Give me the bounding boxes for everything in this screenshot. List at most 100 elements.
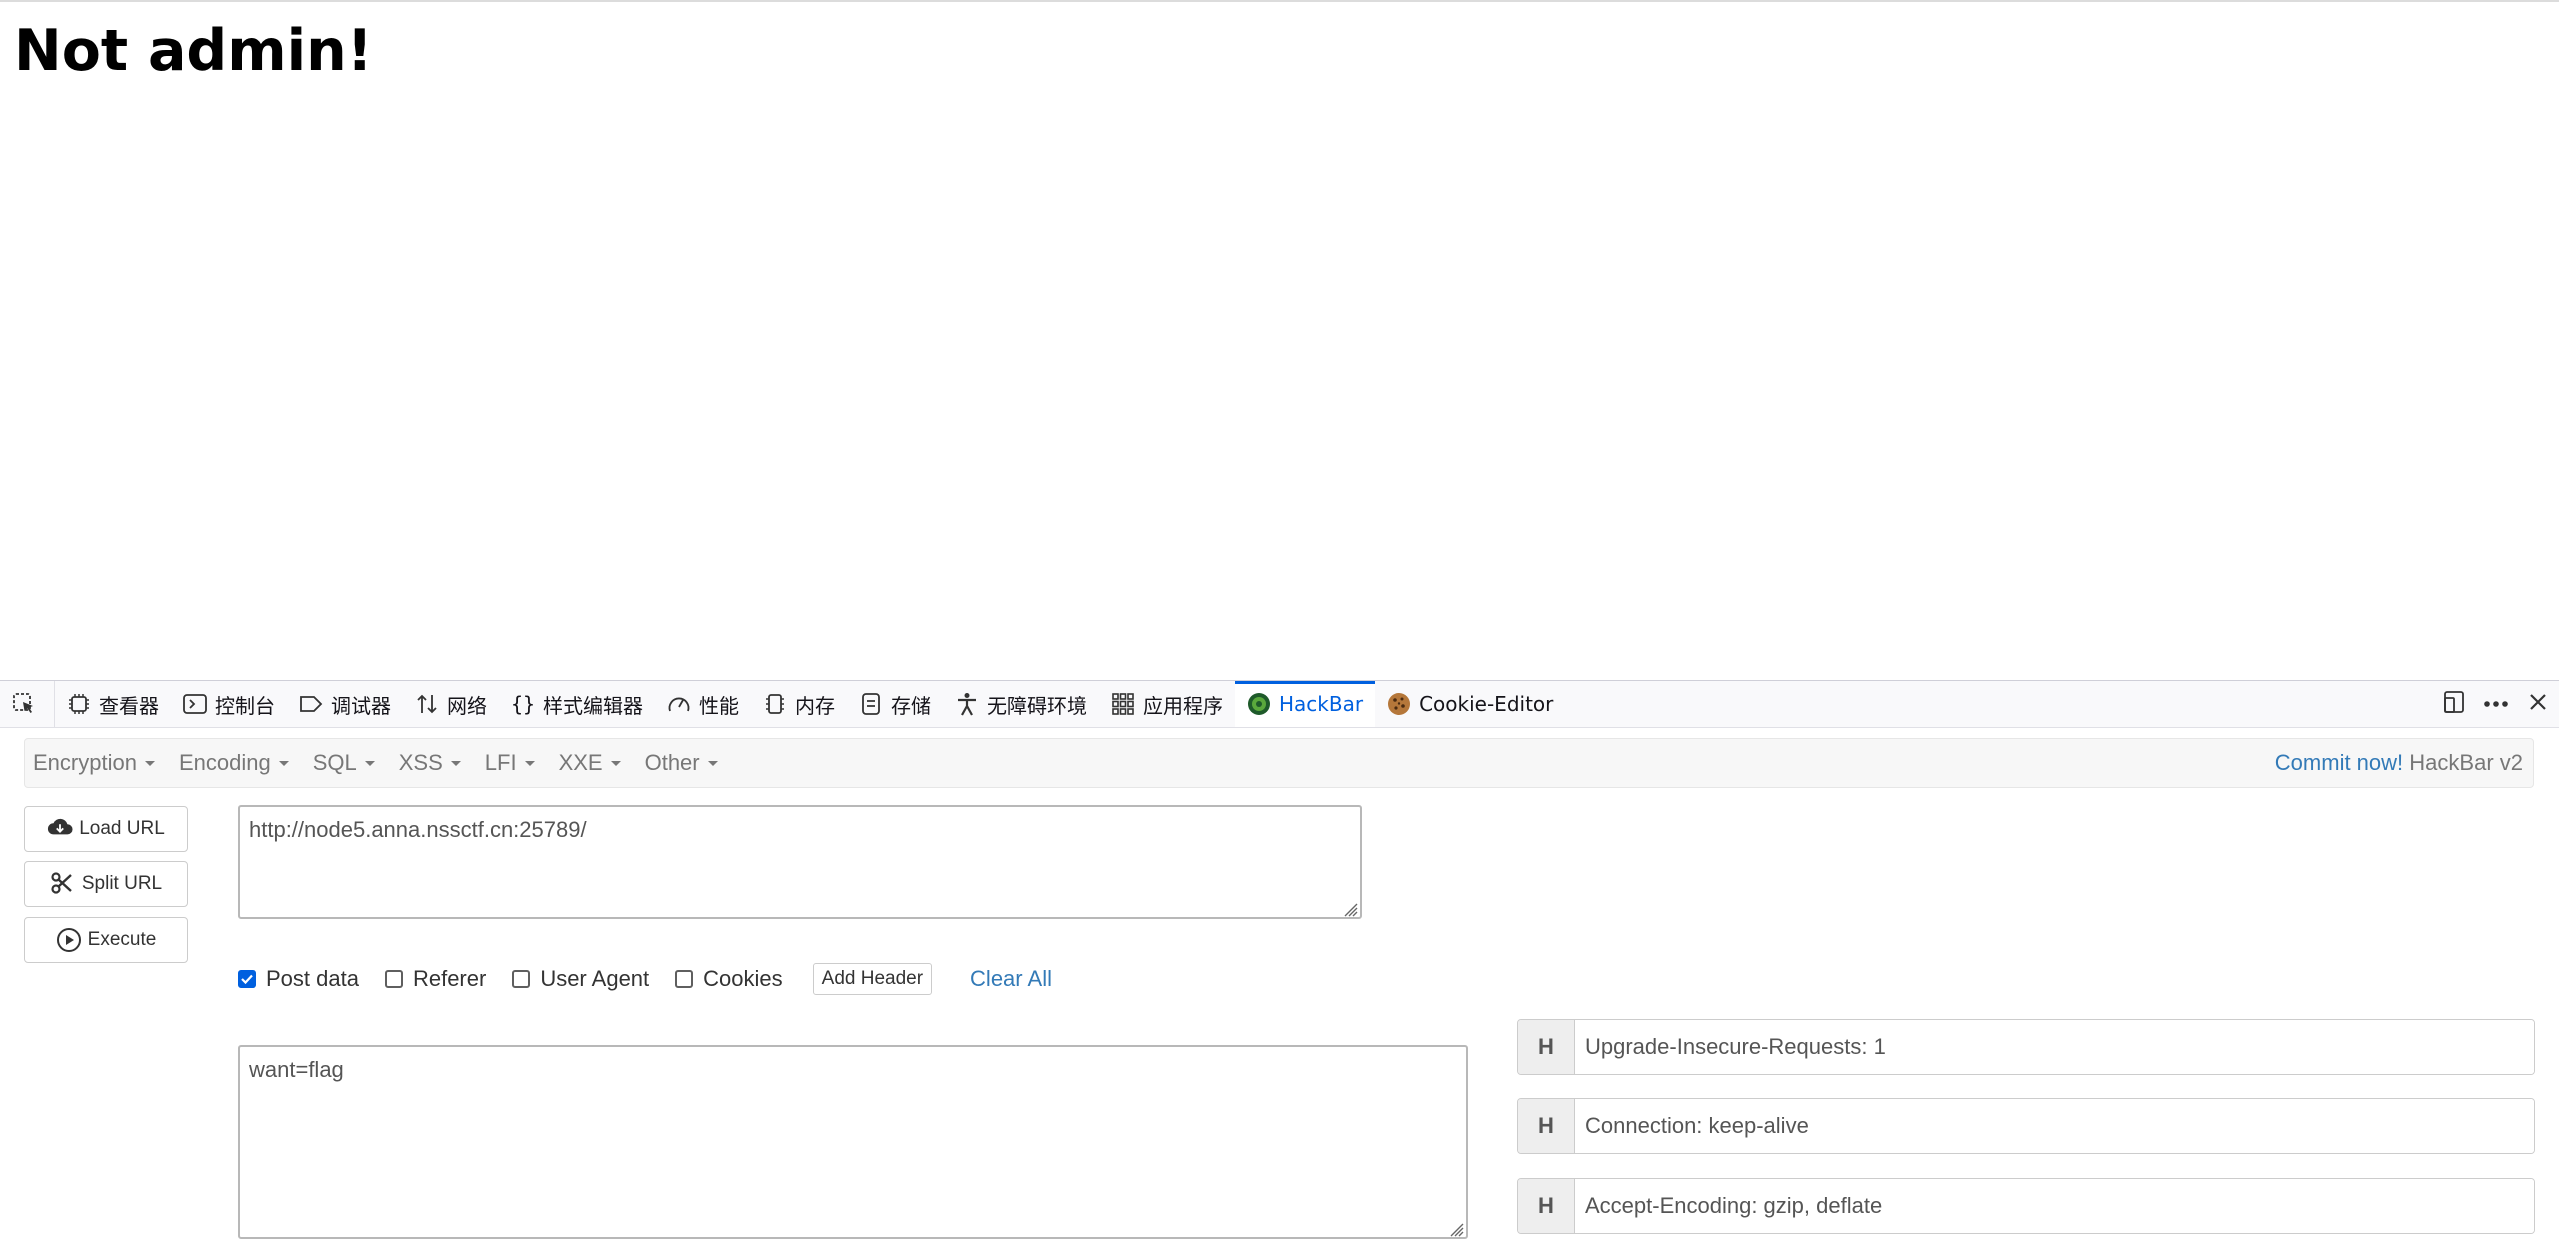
caret-down-icon bbox=[707, 760, 718, 766]
menu-label: SQL bbox=[312, 750, 357, 775]
application-icon bbox=[1111, 692, 1135, 716]
cookies-label: Cookies bbox=[703, 966, 783, 991]
user-agent-option[interactable]: User Agent bbox=[512, 966, 649, 992]
page-heading: Not admin! bbox=[14, 18, 373, 84]
tab-network[interactable]: 网络 bbox=[403, 681, 499, 727]
menu-label: LFI bbox=[484, 750, 517, 775]
caret-down-icon bbox=[364, 760, 375, 766]
devtools-window-controls bbox=[2433, 681, 2559, 727]
inspector-icon bbox=[67, 692, 91, 716]
close-icon bbox=[2528, 692, 2548, 717]
hackbar-icon bbox=[1247, 692, 1271, 716]
caret-down-icon bbox=[524, 760, 535, 766]
element-picker-icon bbox=[12, 692, 36, 716]
tab-label: 内存 bbox=[795, 693, 835, 718]
tab-memory[interactable]: 内存 bbox=[751, 681, 847, 727]
cookies-option[interactable]: Cookies bbox=[675, 966, 783, 992]
tab-label: 网络 bbox=[447, 693, 487, 718]
tab-label: 样式编辑器 bbox=[543, 693, 643, 718]
header-row: H Connection: keep-alive bbox=[1517, 1098, 2535, 1154]
dock-toggle-button[interactable] bbox=[2433, 683, 2475, 725]
tab-performance[interactable]: 性能 bbox=[655, 681, 751, 727]
menu-label: XSS bbox=[398, 750, 443, 775]
menu-label: Encryption bbox=[33, 750, 137, 775]
tab-style-editor[interactable]: {} 样式编辑器 bbox=[499, 681, 655, 727]
caret-down-icon bbox=[144, 760, 155, 766]
user-agent-checkbox[interactable] bbox=[512, 970, 531, 988]
header-key-badge: H bbox=[1518, 1099, 1575, 1153]
commit-now-link[interactable]: Commit now! bbox=[2275, 750, 2403, 775]
menu-xxe[interactable]: XXE bbox=[551, 750, 629, 776]
more-dots-icon bbox=[2483, 695, 2509, 713]
tab-inspector[interactable]: 查看器 bbox=[55, 681, 171, 727]
execute-button[interactable]: Execute bbox=[24, 917, 188, 963]
post-data-value: want=flag bbox=[249, 1057, 344, 1082]
tab-hackbar[interactable]: HackBar bbox=[1235, 681, 1376, 727]
header-value-input[interactable]: Connection: keep-alive bbox=[1575, 1099, 2534, 1153]
header-row: H Accept-Encoding: gzip, deflate bbox=[1517, 1178, 2535, 1234]
referer-label: Referer bbox=[412, 966, 487, 991]
devtools-panel: 查看器 控制台 调试器 网络 {} 样式编辑器 性能 内存 存储 无障碍环境 应… bbox=[0, 680, 2559, 1260]
cookie-icon bbox=[1387, 692, 1411, 716]
user-agent-label: User Agent bbox=[540, 966, 650, 991]
menu-label: Other bbox=[644, 750, 700, 775]
menu-encoding[interactable]: Encoding bbox=[171, 750, 297, 776]
menu-lfi[interactable]: LFI bbox=[477, 750, 543, 776]
load-url-button[interactable]: Load URL bbox=[24, 806, 188, 852]
tab-debugger[interactable]: 调试器 bbox=[287, 681, 403, 727]
tab-label: 调试器 bbox=[331, 693, 391, 718]
accessibility-icon bbox=[955, 692, 979, 716]
debugger-icon bbox=[299, 692, 323, 716]
clear-all-link[interactable]: Clear All bbox=[970, 966, 1052, 992]
tab-application[interactable]: 应用程序 bbox=[1099, 681, 1235, 727]
post-data-input[interactable]: want=flag bbox=[238, 1045, 1468, 1239]
scissors-icon bbox=[50, 871, 76, 897]
hackbar-version: HackBar v2 bbox=[2409, 750, 2523, 775]
element-picker-button[interactable] bbox=[0, 681, 55, 727]
add-header-button[interactable]: Add Header bbox=[812, 963, 933, 995]
storage-icon bbox=[859, 692, 883, 716]
cookies-checkbox[interactable] bbox=[675, 970, 694, 988]
menu-label: XXE bbox=[558, 750, 603, 775]
hackbar-brand: Commit now! HackBar v2 bbox=[2275, 750, 2523, 776]
referer-checkbox[interactable] bbox=[384, 970, 403, 988]
header-key-badge: H bbox=[1518, 1179, 1575, 1233]
style-editor-icon: {} bbox=[510, 692, 536, 716]
header-key-badge: H bbox=[1518, 1020, 1575, 1074]
header-value-input[interactable]: Accept-Encoding: gzip, deflate bbox=[1575, 1179, 2534, 1233]
menu-other[interactable]: Other bbox=[637, 750, 726, 776]
tab-label: 无障碍环境 bbox=[987, 693, 1087, 718]
header-value-input[interactable]: Upgrade-Insecure-Requests: 1 bbox=[1575, 1020, 2534, 1074]
more-options-button[interactable] bbox=[2475, 683, 2517, 725]
split-url-label: Split URL bbox=[81, 873, 163, 894]
url-input[interactable]: http://node5.anna.nssctf.cn:25789/ bbox=[238, 805, 1362, 919]
menu-label: Encoding bbox=[178, 750, 271, 775]
menu-encryption[interactable]: Encryption bbox=[25, 750, 163, 776]
tab-label: Cookie-Editor bbox=[1419, 692, 1554, 716]
play-circle-icon bbox=[56, 927, 82, 953]
performance-icon bbox=[667, 692, 691, 716]
caret-down-icon bbox=[450, 760, 461, 766]
tab-label: HackBar bbox=[1279, 692, 1364, 716]
resize-grip-icon[interactable] bbox=[1340, 897, 1358, 917]
execute-label: Execute bbox=[87, 929, 157, 950]
tab-console[interactable]: 控制台 bbox=[171, 681, 287, 727]
caret-down-icon bbox=[610, 760, 621, 766]
network-icon bbox=[415, 692, 439, 716]
resize-grip-icon[interactable] bbox=[1446, 1217, 1464, 1237]
memory-icon bbox=[763, 692, 787, 716]
menu-sql[interactable]: SQL bbox=[305, 750, 383, 776]
post-data-checkbox[interactable] bbox=[238, 970, 256, 988]
request-options: Post data Referer User Agent Cookies Add… bbox=[238, 959, 1052, 999]
referer-option[interactable]: Referer bbox=[384, 966, 487, 992]
tab-cookie-editor[interactable]: Cookie-Editor bbox=[1375, 681, 1565, 727]
menu-xss[interactable]: XSS bbox=[391, 750, 469, 776]
tab-label: 查看器 bbox=[99, 693, 159, 718]
tab-accessibility[interactable]: 无障碍环境 bbox=[943, 681, 1099, 727]
devtools-tabbar: 查看器 控制台 调试器 网络 {} 样式编辑器 性能 内存 存储 无障碍环境 应… bbox=[0, 681, 2559, 728]
tab-storage[interactable]: 存储 bbox=[847, 681, 943, 727]
post-data-option[interactable]: Post data bbox=[238, 966, 359, 992]
close-devtools-button[interactable] bbox=[2517, 683, 2559, 725]
hackbar-menu: Encryption Encoding SQL XSS LFI XXE Othe… bbox=[24, 738, 2534, 788]
split-url-button[interactable]: Split URL bbox=[24, 861, 188, 907]
